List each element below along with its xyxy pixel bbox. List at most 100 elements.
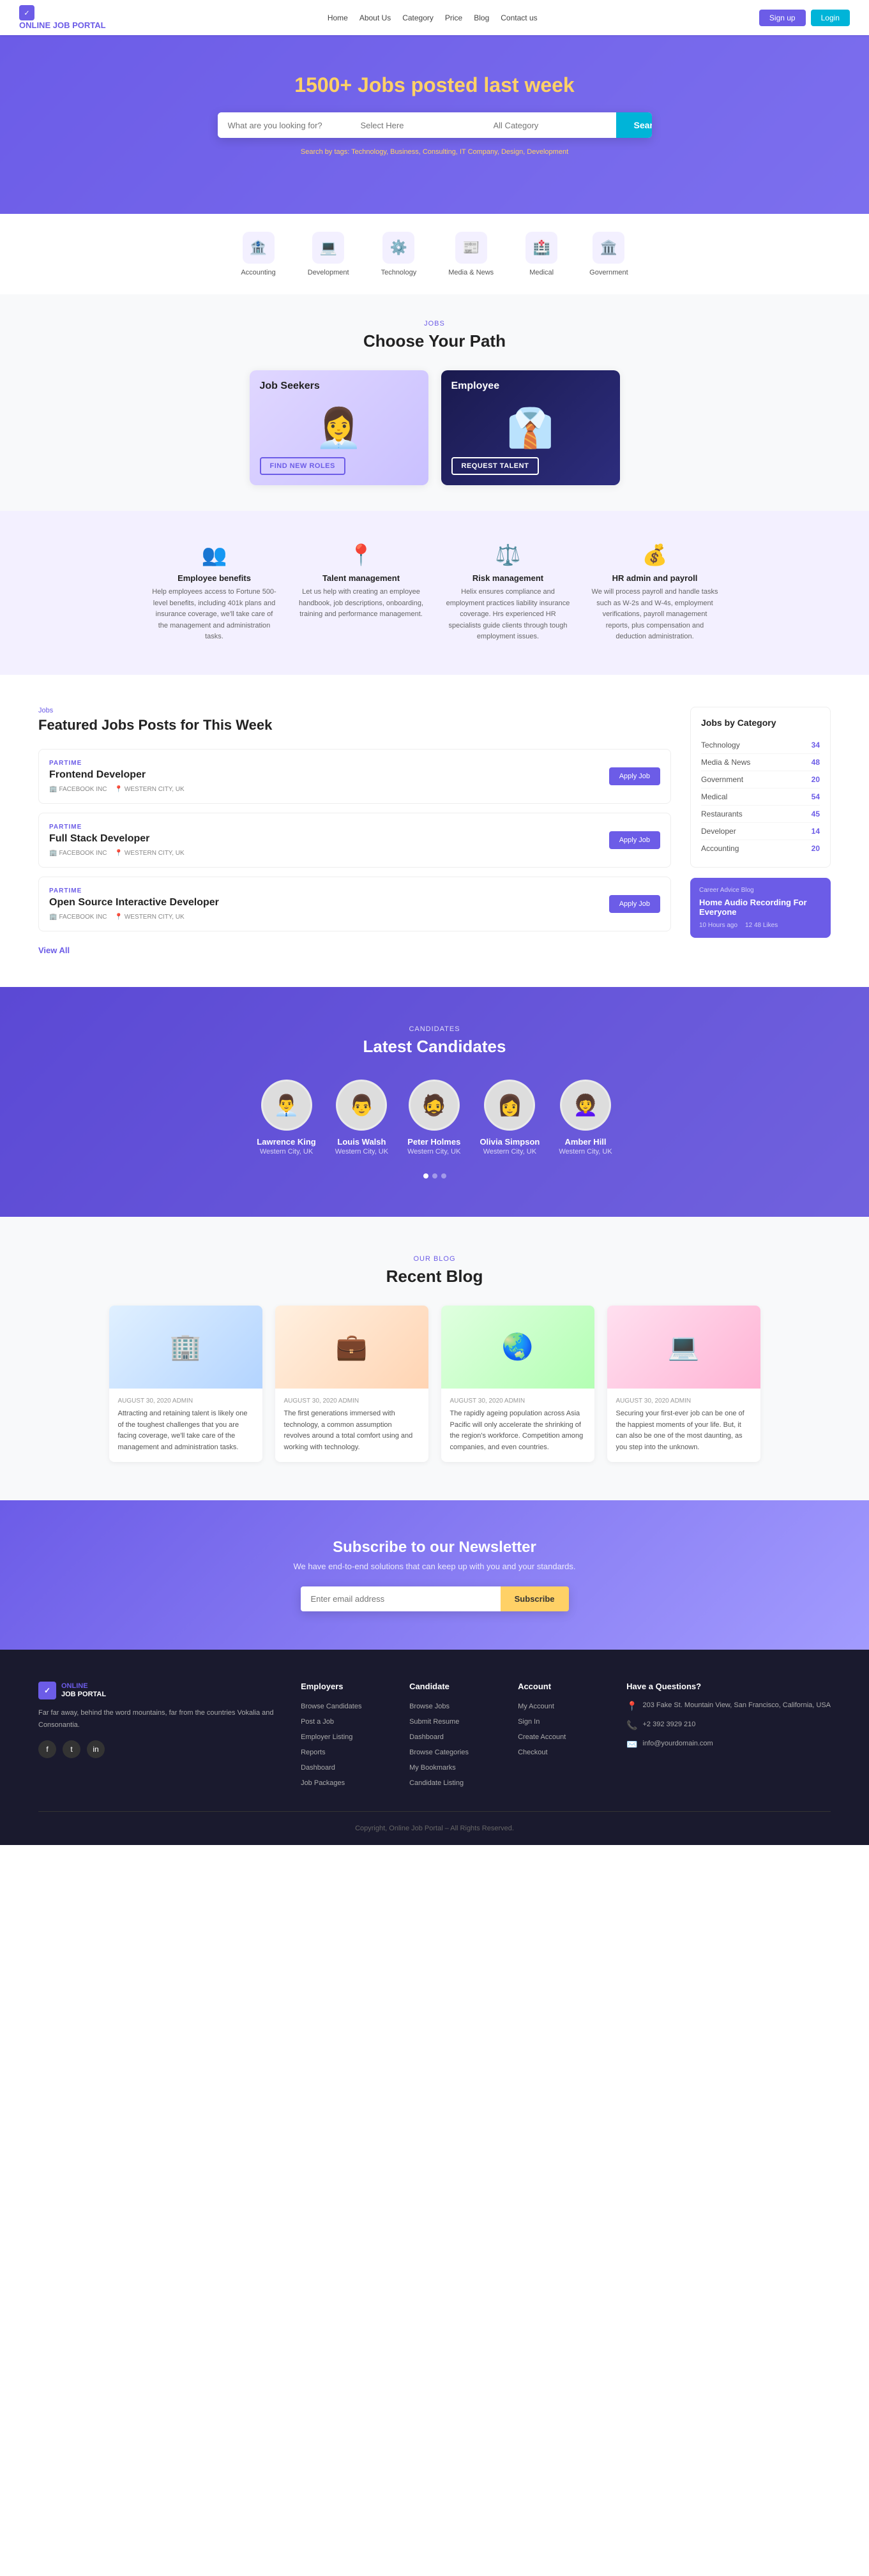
accounting-label: Accounting [241,269,275,276]
facebook-icon[interactable]: f [38,1740,56,1758]
category-development[interactable]: 💻 Development [308,232,349,276]
technology-icon: ⚙️ [382,232,414,264]
candidate-loc-5: Western City, UK [559,1148,612,1156]
candidates-section: Candidates Latest Candidates 👨‍💼 Lawrenc… [0,987,869,1217]
candidates-title: Latest Candidates [26,1037,843,1057]
category-medical[interactable]: 🏥 Medical [525,232,557,276]
dot-3[interactable] [441,1173,446,1179]
footer-employer-listing[interactable]: Employer Listing [301,1733,352,1741]
hero-section: 1500+ Jobs posted last week Search Searc… [0,35,869,214]
dot-2[interactable] [432,1173,437,1179]
candidate-avatar-3: 🧔 [409,1080,460,1131]
find-roles-button[interactable]: FIND NEW ROLES [260,457,345,475]
blog-post-body-2: AUGUST 30, 2020 ADMIN The first generati… [275,1389,428,1462]
blog-section: Our Blog Recent Blog 🏢 AUGUST 30, 2020 A… [0,1217,869,1500]
view-all-link[interactable]: View All [38,945,70,955]
footer-col-candidate: Candidate Browse Jobs Submit Resume Dash… [409,1682,492,1792]
blog-tag: Our Blog [38,1255,831,1263]
apply-btn-2[interactable]: Apply Job [609,831,660,849]
candidate-avatar-2: 👨 [336,1080,387,1131]
footer-browse-jobs[interactable]: Browse Jobs [409,1703,450,1710]
blog-post-meta-2: AUGUST 30, 2020 ADMIN [284,1397,419,1405]
footer-account-list: My Account Sign In Create Account Checko… [518,1700,601,1756]
footer-checkout[interactable]: Checkout [518,1749,547,1756]
footer-my-account[interactable]: My Account [518,1703,554,1710]
cat-name-developer: Developer [701,827,736,836]
job-location-3: 📍 WESTERN CITY, UK [114,914,184,921]
technology-label: Technology [381,269,417,276]
footer-browse-candidates[interactable]: Browse Candidates [301,1703,361,1710]
candidates-tag: Candidates [26,1025,843,1033]
blog-post-body-1: AUGUST 30, 2020 ADMIN Attracting and ret… [109,1389,262,1462]
newsletter-section: Subscribe to our Newsletter We have end-… [0,1500,869,1650]
footer: ✓ ONLINE JOB PORTAL Far far away, behind… [0,1650,869,1845]
choose-path-tag: Jobs [26,320,843,328]
hr-title: HR admin and payroll [591,573,719,583]
cat-count-medical: 54 [812,792,820,801]
cat-name-restaurants: Restaurants [701,810,743,818]
career-advice-blog-card: Career Advice Blog Home Audio Recording … [690,878,831,938]
apply-btn-1[interactable]: Apply Job [609,767,660,785]
footer-bookmarks[interactable]: My Bookmarks [409,1764,456,1772]
footer-submit-resume[interactable]: Submit Resume [409,1718,459,1726]
search-input-location[interactable] [351,112,483,138]
category-technology[interactable]: ⚙️ Technology [381,232,417,276]
search-input-keyword[interactable] [218,112,351,138]
footer-post-job[interactable]: Post a Job [301,1718,334,1726]
nav-category[interactable]: Category [402,13,434,22]
blog-post-img-3: 🌏 [441,1306,594,1389]
login-button[interactable]: Login [811,10,850,26]
nav-contact[interactable]: Contact us [501,13,537,22]
newsletter-email-input[interactable] [301,1586,501,1611]
footer-sign-in[interactable]: Sign In [518,1718,540,1726]
nav-blog[interactable]: Blog [474,13,489,22]
candidate-1: 👨‍💼 Lawrence King Western City, UK [257,1080,315,1156]
footer-browse-categories[interactable]: Browse Categories [409,1749,469,1756]
hero-tags: Search by tags: Technology, Business, Co… [26,148,843,156]
footer-bottom: Copyright, Online Job Portal – All Right… [38,1811,831,1832]
jobs-main: Jobs Featured Jobs Posts for This Week P… [38,707,671,955]
footer-candidate-listing[interactable]: Candidate Listing [409,1779,464,1787]
blog-post-4: 💻 AUGUST 30, 2020 ADMIN Securing your fi… [607,1306,760,1462]
candidate-avatar-4: 👩 [484,1080,535,1131]
blog-grid: 🏢 AUGUST 30, 2020 ADMIN Attracting and r… [38,1306,831,1462]
nav-buttons: Sign up Login [759,10,850,26]
apply-btn-3[interactable]: Apply Job [609,895,660,913]
search-input-category[interactable] [483,112,616,138]
footer-employer-dashboard[interactable]: Dashboard [301,1764,335,1772]
benefits-desc: Help employees access to Fortune 500-lev… [151,587,278,643]
footer-create-account[interactable]: Create Account [518,1733,566,1741]
nav-home[interactable]: Home [328,13,348,22]
request-talent-button[interactable]: REQUEST TALENT [451,457,540,475]
phone-text: +2 392 3929 210 [643,1719,696,1731]
signup-button[interactable]: Sign up [759,10,806,26]
newsletter-subscribe-button[interactable]: Subscribe [501,1586,569,1611]
blog-post-img-2: 💼 [275,1306,428,1389]
job-location-2: 📍 WESTERN CITY, UK [114,850,184,857]
footer-col-account: Account My Account Sign In Create Accoun… [518,1682,601,1792]
blog-post-excerpt-2: The first generations immersed with tech… [284,1408,419,1453]
hero-search-button[interactable]: Search [616,112,652,138]
feature-talent: 📍 Talent management Let us help with cre… [298,543,425,643]
candidate-avatar-1: 👨‍💼 [261,1080,312,1131]
category-government[interactable]: 🏛️ Government [589,232,628,276]
blog-post-2: 💼 AUGUST 30, 2020 ADMIN The first genera… [275,1306,428,1462]
category-media[interactable]: 📰 Media & News [448,232,494,276]
navbar: ✓ ONLINE JOB PORTAL Home About Us Catego… [0,0,869,35]
category-accounting[interactable]: 🏦 Accounting [241,232,275,276]
blog-card-likes: 12 48 Likes [745,922,778,929]
cat-name-media: Media & News [701,758,750,767]
blog-post-3: 🌏 AUGUST 30, 2020 ADMIN The rapidly agei… [441,1306,594,1462]
job-location-1: 📍 WESTERN CITY, UK [114,786,184,793]
blog-post-img-4: 💻 [607,1306,760,1389]
twitter-icon[interactable]: t [63,1740,80,1758]
dot-1[interactable] [423,1173,428,1179]
candidate-name-2: Louis Walsh [335,1137,388,1147]
footer-reports[interactable]: Reports [301,1749,326,1756]
footer-candidate-dashboard[interactable]: Dashboard [409,1733,444,1741]
instagram-icon[interactable]: in [87,1740,105,1758]
footer-job-packages[interactable]: Job Packages [301,1779,345,1787]
nav-price[interactable]: Price [445,13,462,22]
nav-logo-text: ONLINE JOB PORTAL [19,20,106,30]
nav-about[interactable]: About Us [359,13,391,22]
